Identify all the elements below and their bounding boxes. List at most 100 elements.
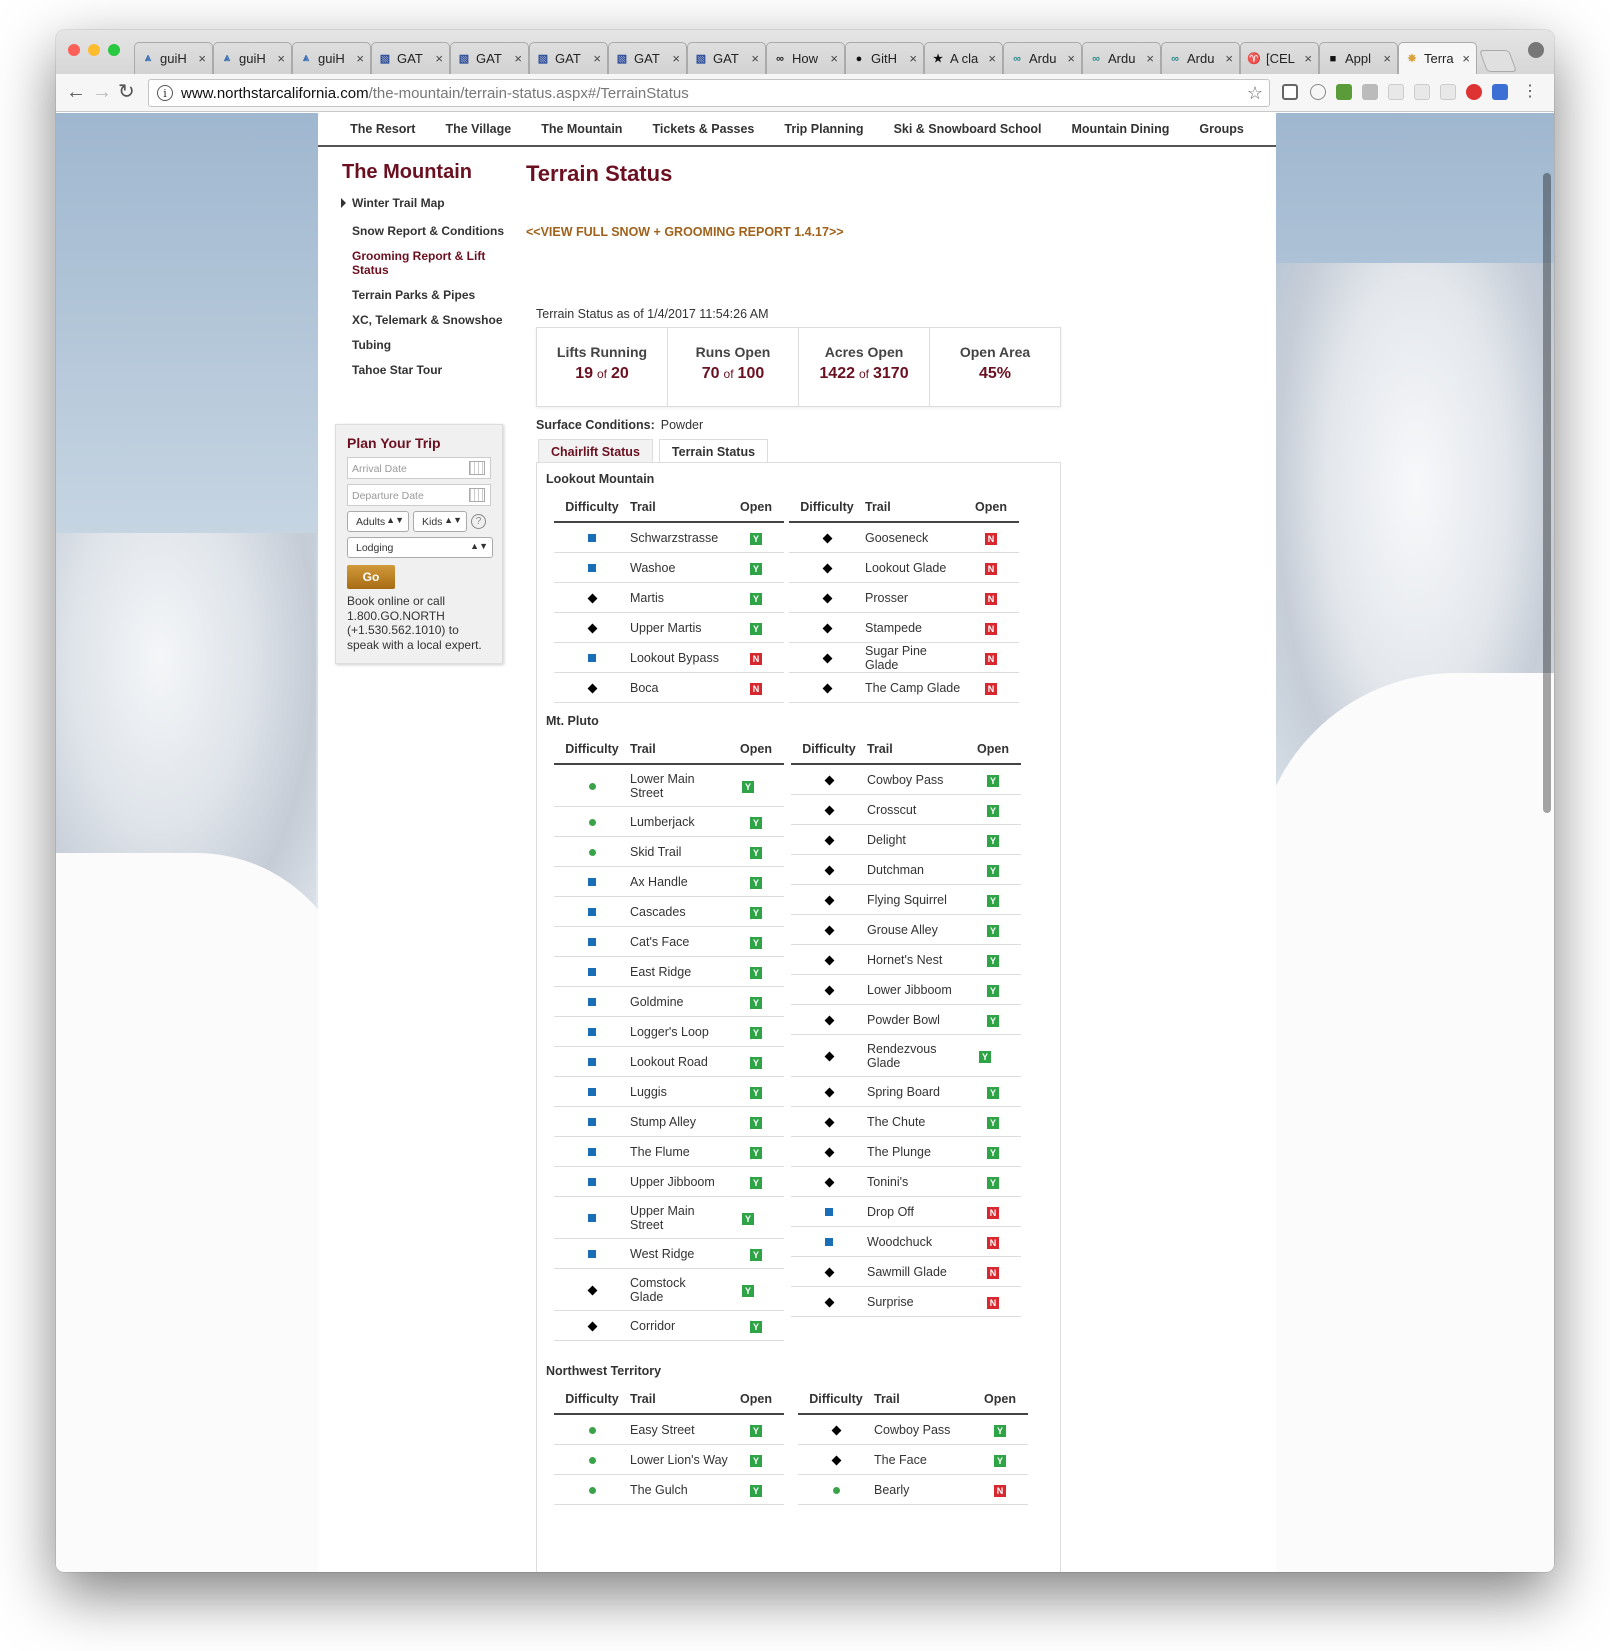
topnav-mountain-dining[interactable]: Mountain Dining — [1057, 113, 1185, 145]
browser-tab[interactable]: ∞ How × — [766, 42, 845, 74]
profile-icon[interactable] — [1528, 42, 1544, 58]
extension-red-icon[interactable] — [1466, 84, 1482, 100]
close-tab-icon[interactable]: × — [909, 51, 917, 66]
browser-tab[interactable]: ∞ Ardu × — [1161, 42, 1240, 74]
browser-tab[interactable]: ▧ GAT × — [608, 42, 687, 74]
browser-tab[interactable]: ⩓ guiH × — [292, 42, 371, 74]
adults-select[interactable]: Adults ▲▼ — [347, 511, 409, 532]
kids-select[interactable]: Kids ▲▼ — [413, 511, 467, 532]
close-tab-icon[interactable]: × — [1067, 51, 1075, 66]
arrival-date-field[interactable]: Arrival Date — [347, 457, 491, 479]
minimize-window-icon[interactable] — [88, 44, 100, 56]
browser-tab[interactable]: ⩓ guiH × — [213, 42, 292, 74]
close-tab-icon[interactable]: × — [1462, 51, 1470, 66]
green-circle-icon — [588, 1456, 596, 1464]
open-no-badge: N — [750, 682, 762, 695]
sidebar-item-winter-trail-map[interactable]: Winter Trail Map — [341, 196, 512, 210]
close-tab-icon[interactable]: × — [1146, 51, 1154, 66]
browser-tab[interactable]: ▧ GAT × — [450, 42, 529, 74]
close-tab-icon[interactable]: × — [198, 51, 206, 66]
topnav-the-resort[interactable]: The Resort — [335, 113, 430, 145]
close-tab-icon[interactable]: × — [514, 51, 522, 66]
departure-date-field[interactable]: Departure Date — [347, 484, 491, 506]
close-tab-icon[interactable]: × — [672, 51, 680, 66]
topnav-trip-planning[interactable]: Trip Planning — [769, 113, 878, 145]
cast-icon[interactable] — [1282, 84, 1298, 100]
back-arrow-icon[interactable]: ← — [66, 82, 86, 102]
close-tab-icon[interactable]: × — [356, 51, 364, 66]
close-tab-icon[interactable]: × — [1225, 51, 1233, 66]
reload-icon[interactable]: ↻ — [118, 82, 135, 102]
menu-dots-icon[interactable]: ⋮ — [1522, 82, 1538, 102]
black-diamond-icon — [587, 623, 597, 633]
browser-tab[interactable]: ■ Appl × — [1319, 42, 1398, 74]
extension-blank-icon[interactable] — [1388, 84, 1404, 100]
lodging-select[interactable]: Lodging ▲▼ — [347, 537, 493, 558]
address-bar[interactable]: i www.northstarcalifornia.com/the-mounta… — [148, 79, 1270, 107]
sidebar-item-tubing[interactable]: Tubing — [352, 338, 512, 352]
topnav-groups[interactable]: Groups — [1184, 113, 1258, 145]
sidebar-item-tahoe-star-tour[interactable]: Tahoe Star Tour — [352, 363, 512, 377]
extension-blank-icon-2[interactable] — [1414, 84, 1430, 100]
page-scrollbar[interactable] — [1540, 113, 1554, 1572]
sidebar-item-xc-telemark[interactable]: XC, Telemark & Snowshoe — [352, 313, 512, 327]
extension-circle-icon[interactable] — [1310, 84, 1326, 100]
bookmark-star-icon[interactable]: ☆ — [1247, 83, 1263, 104]
extension-gray-icon[interactable] — [1362, 84, 1378, 100]
tab-terrain-status[interactable]: Terrain Status — [658, 439, 769, 463]
difficulty-cell — [554, 965, 630, 979]
new-tab-button[interactable] — [1478, 50, 1518, 72]
browser-tab[interactable]: ∞ Ardu × — [1082, 42, 1161, 74]
browser-tab[interactable]: ▧ GAT × — [529, 42, 608, 74]
open-no-badge: N — [985, 622, 997, 635]
adults-label: Adults — [356, 516, 386, 528]
close-tab-icon[interactable]: × — [751, 51, 759, 66]
browser-tab[interactable]: ★ A cla × — [924, 42, 1003, 74]
browser-tab[interactable]: ▧ GAT × — [371, 42, 450, 74]
topnav-the-mountain[interactable]: The Mountain — [526, 113, 637, 145]
gatt-icon: ▧ — [537, 53, 549, 65]
browser-tab[interactable]: ● GitH × — [845, 42, 924, 74]
topnav-the-village[interactable]: The Village — [430, 113, 526, 145]
table-header: Difficulty Trail Open — [791, 735, 1021, 765]
full-report-link[interactable]: <<VIEW FULL SNOW + GROOMING REPORT 1.4.1… — [526, 225, 844, 239]
close-tab-icon[interactable]: × — [593, 51, 601, 66]
scrollbar-thumb[interactable] — [1543, 173, 1551, 813]
close-window-icon[interactable] — [68, 44, 80, 56]
lodging-label: Lodging — [356, 542, 394, 554]
sidebar-item-grooming-report[interactable]: Grooming Report & Lift Status — [352, 249, 512, 277]
close-tab-icon[interactable]: × — [830, 51, 838, 66]
extension-blue-icon[interactable] — [1492, 84, 1508, 100]
calendar-icon[interactable] — [469, 461, 485, 475]
forward-arrow-icon[interactable]: → — [92, 82, 112, 102]
url-host: www.northstarcalifornia.com — [181, 84, 369, 102]
extension-green-icon[interactable] — [1336, 84, 1352, 100]
close-tab-icon[interactable]: × — [988, 51, 996, 66]
close-tab-icon[interactable]: × — [435, 51, 443, 66]
help-icon[interactable]: ? — [471, 514, 486, 529]
open-yes-badge: Y — [750, 1056, 762, 1069]
difficulty-cell — [789, 651, 865, 665]
open-yes-badge: Y — [987, 774, 999, 787]
topnav-tickets-passes[interactable]: Tickets & Passes — [637, 113, 769, 145]
browser-tab[interactable]: ✸ Terra × — [1398, 42, 1477, 74]
extension-blank-icon-3[interactable] — [1440, 84, 1456, 100]
zoom-window-icon[interactable] — [108, 44, 120, 56]
browser-tab[interactable]: ⩓ guiH × — [134, 42, 213, 74]
calendar-icon-2[interactable] — [469, 488, 485, 502]
sidebar-item-terrain-parks[interactable]: Terrain Parks & Pipes — [352, 288, 512, 302]
close-tab-icon[interactable]: × — [1304, 51, 1312, 66]
close-tab-icon[interactable]: × — [1383, 51, 1391, 66]
close-tab-icon[interactable]: × — [277, 51, 285, 66]
trail-name: Martis — [630, 590, 665, 605]
tab-chairlift-status[interactable]: Chairlift Status — [538, 439, 653, 463]
browser-tab[interactable]: ▧ GAT × — [687, 42, 766, 74]
trail-name: Lumberjack — [630, 814, 695, 829]
go-button[interactable]: Go — [347, 565, 395, 589]
info-icon[interactable]: i — [157, 85, 173, 101]
browser-tab[interactable]: ∞ Ardu × — [1003, 42, 1082, 74]
booking-note: Book online or call 1.800.GO.NORTH (+1.5… — [347, 594, 482, 652]
topnav-ski-school[interactable]: Ski & Snowboard School — [879, 113, 1057, 145]
browser-tab[interactable]: ♈ [CEL × — [1240, 42, 1319, 74]
sidebar-item-snow-report[interactable]: Snow Report & Conditions — [352, 224, 512, 238]
